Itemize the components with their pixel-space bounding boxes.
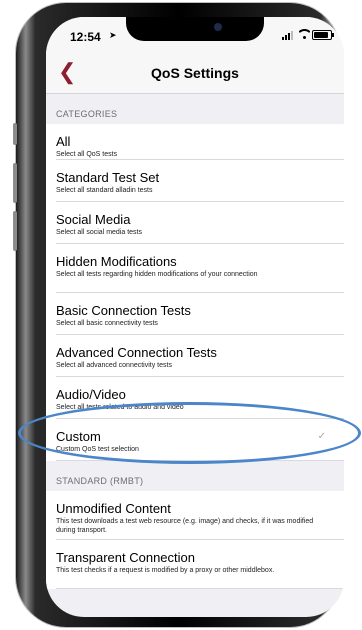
list-item-advanced-connection-tests[interactable]: Advanced Connection Tests Select all adv… — [46, 335, 344, 377]
highlight-ellipse — [18, 402, 361, 464]
item-title: Audio/Video — [56, 387, 126, 402]
item-title: All — [56, 134, 71, 149]
list-item-basic-connection-tests[interactable]: Basic Connection Tests Select all basic … — [46, 293, 344, 335]
list-item-standard-test-set[interactable]: Standard Test Set Select all standard al… — [46, 160, 344, 202]
list-item-social-media[interactable]: Social Media Select all social media tes… — [46, 202, 344, 244]
list-item-transparent-connection[interactable]: Transparent Connection This test checks … — [46, 540, 344, 589]
location-arrow-icon: ➤ — [109, 30, 117, 40]
item-subtitle: Select all basic connectivity tests — [56, 320, 158, 327]
navigation-bar: ❮ QoS Settings — [46, 53, 344, 94]
battery-icon — [312, 30, 334, 40]
settings-list: CATEGORIES All Select all QoS tests Stan… — [46, 94, 344, 589]
item-title: Unmodified Content — [56, 501, 171, 516]
section-header-standard-rmbt: STANDARD (RMBT) — [56, 476, 144, 486]
notch — [126, 17, 264, 41]
item-subtitle: Select all standard alladin tests — [56, 187, 153, 194]
item-subtitle: This test checks if a request is modifie… — [56, 567, 275, 574]
item-subtitle: Select all tests regarding hidden modifi… — [56, 271, 258, 278]
signal-icon — [282, 31, 296, 40]
screen: 12:54 ➤ ❮ QoS Settings CATEGORIES All Se… — [46, 17, 344, 617]
item-title: Hidden Modifications — [56, 254, 177, 269]
wifi-icon — [299, 29, 310, 40]
mute-switch — [13, 123, 17, 145]
item-subtitle: Select all QoS tests — [56, 151, 118, 158]
list-item-all[interactable]: All Select all QoS tests — [46, 124, 344, 160]
item-title: Basic Connection Tests — [56, 303, 191, 318]
volume-up-button — [13, 163, 17, 203]
item-title: Transparent Connection — [56, 550, 195, 565]
page-title: QoS Settings — [151, 65, 239, 81]
item-subtitle: This test downloads a test web resource … — [56, 518, 314, 534]
status-time: 12:54 — [70, 30, 101, 44]
item-title: Advanced Connection Tests — [56, 345, 217, 360]
item-subtitle: Select all advanced connectivity tests — [56, 362, 172, 369]
list-item-unmodified-content[interactable]: Unmodified Content This test downloads a… — [46, 491, 344, 540]
section-header-categories: CATEGORIES — [56, 109, 118, 119]
item-title: Social Media — [56, 212, 131, 227]
status-bar: 12:54 ➤ — [46, 17, 344, 53]
item-title: Standard Test Set — [56, 170, 160, 185]
list-item-hidden-modifications[interactable]: Hidden Modifications Select all tests re… — [46, 244, 344, 293]
item-subtitle: Select all social media tests — [56, 229, 142, 236]
camera-icon — [214, 23, 222, 31]
volume-down-button — [13, 211, 17, 251]
